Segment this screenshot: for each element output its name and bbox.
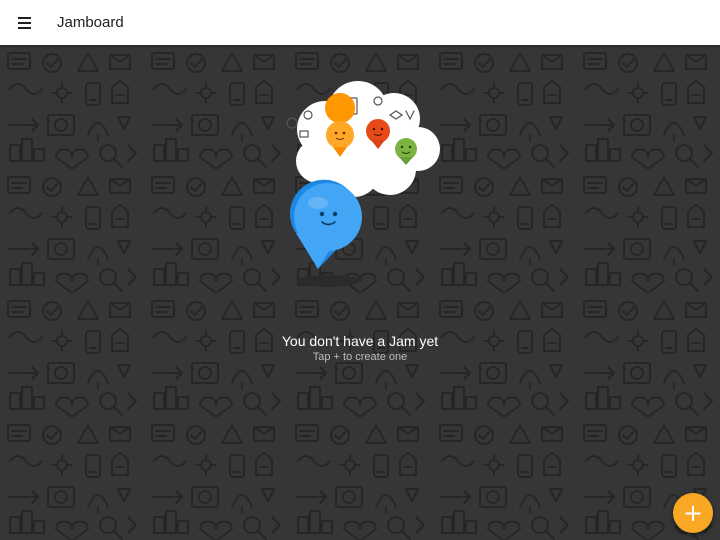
- menu-button[interactable]: [14, 11, 38, 35]
- app-title: Jamboard: [57, 14, 124, 31]
- jam-list-canvas: You don't have a Jam yet Tap + to create…: [0, 45, 720, 540]
- empty-state-title: You don't have a Jam yet: [281, 333, 439, 349]
- menu-icon: [18, 17, 31, 29]
- empty-state-subtitle: Tap + to create one: [312, 351, 408, 363]
- sketch-sun-icon: [286, 117, 298, 129]
- app-bar: Jamboard: [0, 0, 720, 45]
- thought-cloud: [296, 81, 440, 197]
- empty-state-illustration: [286, 81, 440, 287]
- blue-pin-mascot-icon: [290, 179, 362, 287]
- plus-icon: +: [682, 499, 704, 527]
- create-jam-button[interactable]: +: [673, 493, 713, 533]
